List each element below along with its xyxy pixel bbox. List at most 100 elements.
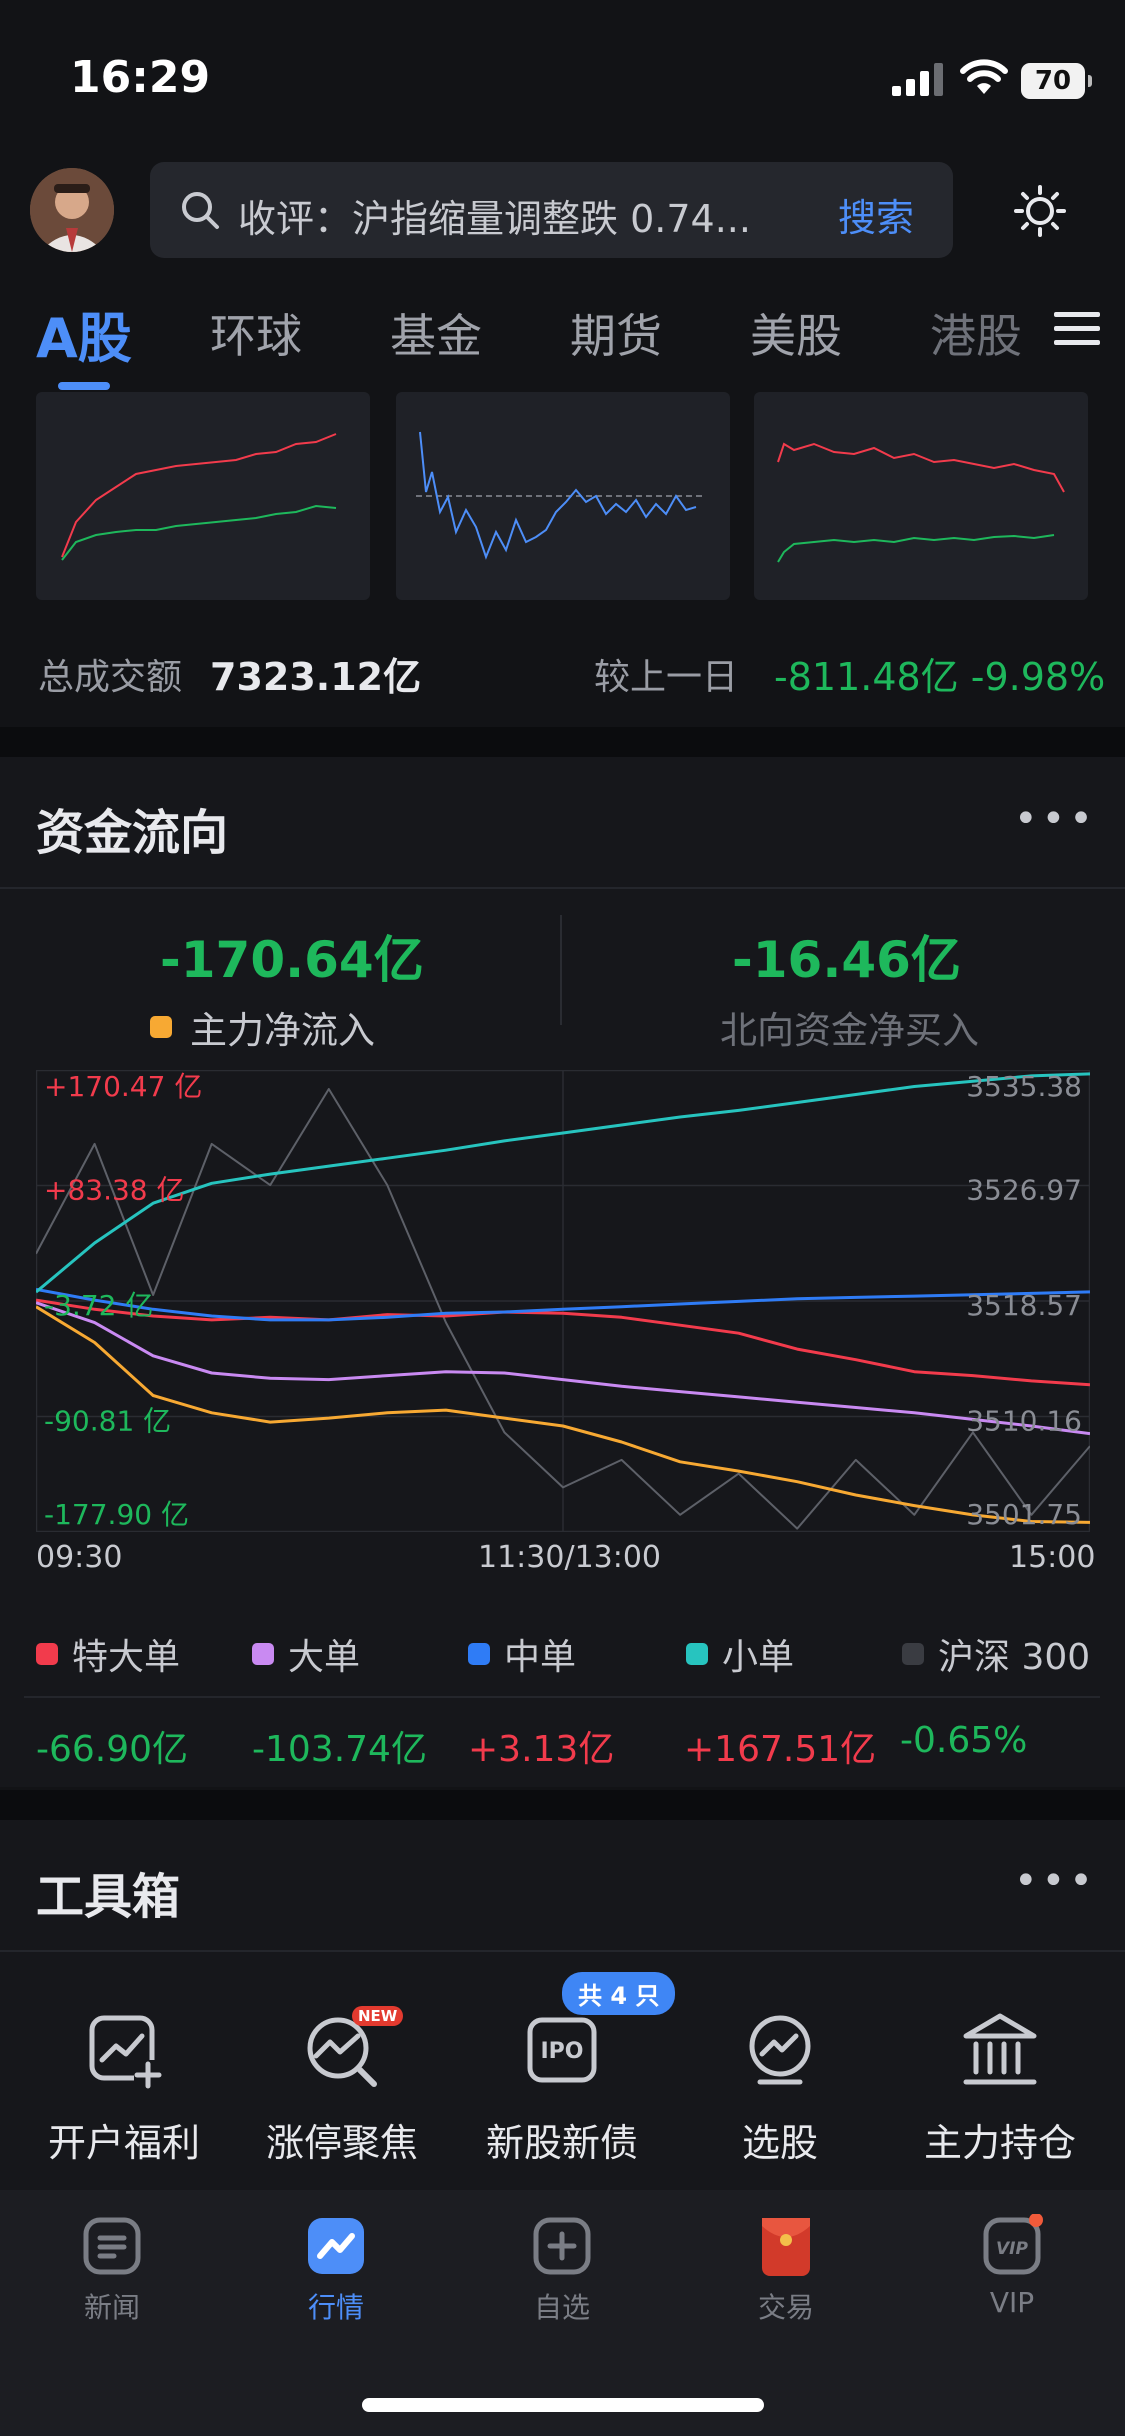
y-left-tick-label: -177.90 亿 xyxy=(44,1498,189,1531)
section-divider xyxy=(0,1790,1125,1820)
search-input[interactable]: 收评：沪指缩量调整跌 0.74... xyxy=(238,188,838,243)
toolbox-title: 工具箱 xyxy=(36,1869,181,1925)
tool-ipo-bonds[interactable]: IPO 新股新债 xyxy=(452,2010,672,2167)
mini-chart-3 xyxy=(777,442,1065,563)
news-icon xyxy=(83,2217,141,2275)
tool-label: 涨停聚焦 xyxy=(265,2121,418,2165)
tab-funds[interactable]: 基金 xyxy=(390,300,482,366)
x-tick-close: 15:00 xyxy=(1009,1540,1096,1575)
tool-limit-up-focus[interactable]: 涨停聚焦 xyxy=(232,2010,452,2167)
legend-medium: 中单 xyxy=(468,1628,576,1680)
mini-chart-1 xyxy=(61,433,337,561)
cellular-signal-icon xyxy=(892,63,943,96)
mini-chart-card-2[interactable] xyxy=(396,392,730,600)
search-icon xyxy=(182,192,219,229)
svg-text:VIP: VIP xyxy=(996,2239,1028,2259)
tool-label: 新股新债 xyxy=(485,2121,638,2165)
tool-main-holdings[interactable]: 主力持仓 xyxy=(890,2010,1110,2167)
column-divider xyxy=(560,915,562,1025)
prev-day-label: 较上一日 xyxy=(594,657,739,698)
legend-swatch xyxy=(468,1643,490,1665)
mini-chart-card-1[interactable] xyxy=(36,392,370,600)
market-icon xyxy=(308,2218,364,2274)
y-left-tick-label: +83.38 亿 xyxy=(44,1174,185,1207)
battery-icon: 70 xyxy=(1021,63,1092,99)
nav-watchlist[interactable]: 自选 xyxy=(482,2214,642,2326)
avatar[interactable] xyxy=(30,168,114,252)
vip-icon: VIP xyxy=(983,2214,1043,2275)
turnover-value: 7323.12亿 xyxy=(210,655,422,699)
mini-chart-card-3[interactable] xyxy=(754,392,1088,600)
main-net-inflow-label: 主力净流入 xyxy=(190,1009,375,1052)
search-button[interactable]: 搜索 xyxy=(838,187,914,242)
tab-futures[interactable]: 期货 xyxy=(570,300,662,366)
nav-market[interactable]: 行情 xyxy=(256,2214,416,2326)
svg-text:IPO: IPO xyxy=(540,2039,583,2064)
value-csi300: -0.65% xyxy=(900,1720,1028,1761)
brightness-icon[interactable] xyxy=(1012,183,1068,239)
nav-label: 交易 xyxy=(757,2291,814,2324)
tab-us-stocks[interactable]: 美股 xyxy=(750,300,842,366)
legend-swatch xyxy=(36,1643,58,1665)
y-left-tick-label: -3.72 亿 xyxy=(44,1289,153,1322)
divider xyxy=(0,887,1125,889)
y-left-tick-label: -90.81 亿 xyxy=(44,1405,171,1438)
ipo-count-badge: 共 4 只 xyxy=(562,1972,676,2015)
legend-csi300: 沪深 300 xyxy=(902,1628,1090,1680)
status-time: 16:29 xyxy=(70,52,211,103)
value-medium: +3.13亿 xyxy=(468,1729,615,1770)
fund-flow-title: 资金流向 xyxy=(36,805,229,861)
tool-label: 开户福利 xyxy=(47,2121,200,2165)
tab-indicator xyxy=(58,382,110,390)
legend-swatch xyxy=(686,1643,708,1665)
more-options-icon[interactable]: ••• xyxy=(1014,796,1097,842)
trade-icon xyxy=(762,2218,810,2276)
tab-a-shares[interactable]: A股 xyxy=(36,294,132,373)
legend-swatch xyxy=(902,1643,924,1665)
legend-label: 大单 xyxy=(288,1637,361,1678)
legend-label: 中单 xyxy=(504,1637,577,1678)
northbound-label[interactable]: 北向资金净买入 xyxy=(720,1000,979,1054)
legend-label: 小单 xyxy=(722,1637,795,1678)
legend-super-large: 特大单 xyxy=(36,1628,180,1680)
y-left-tick-label: +170.47 亿 xyxy=(44,1070,202,1103)
legend-swatch xyxy=(252,1643,274,1665)
new-badge: NEW xyxy=(352,2006,404,2026)
avatar-image xyxy=(30,168,114,252)
value-small: +167.51亿 xyxy=(684,1729,877,1770)
tool-label: 主力持仓 xyxy=(923,2121,1076,2165)
wifi-icon xyxy=(960,59,1008,94)
more-options-icon[interactable]: ••• xyxy=(1014,1858,1097,1904)
search-bar[interactable]: 收评：沪指缩量调整跌 0.74... 搜索 xyxy=(150,162,953,258)
ipo-icon: IPO xyxy=(527,2017,597,2083)
fund-flow-chart: +170.47 亿 +83.38 亿 -3.72 亿 -90.81 亿 -177.90 … xyxy=(36,1070,1090,1532)
tool-account-benefits[interactable]: 开户福利 xyxy=(14,2010,234,2167)
menu-icon[interactable] xyxy=(1054,310,1100,348)
nav-vip[interactable]: VIP VIP xyxy=(932,2214,1092,2319)
watchlist-icon xyxy=(533,2217,591,2275)
status-bar: 16:29 70 xyxy=(0,0,1125,150)
nav-news[interactable]: 新闻 xyxy=(32,2214,192,2326)
y-right-tick-label: 3510.16 xyxy=(966,1405,1082,1438)
main-net-inflow-label-row: 主力净流入 xyxy=(150,1000,375,1054)
prev-day-change: -811.48亿 -9.98% xyxy=(774,655,1106,699)
turnover-label: 总成交额 xyxy=(38,657,183,698)
home-indicator xyxy=(362,2398,764,2412)
nav-trade[interactable]: 交易 xyxy=(706,2214,866,2326)
stock-picker-icon xyxy=(749,2015,811,2085)
divider xyxy=(24,1696,1100,1698)
tab-global[interactable]: 环球 xyxy=(210,300,302,366)
tool-stock-picker[interactable]: 选股 xyxy=(670,2010,890,2167)
y-right-tick-label: 3518.57 xyxy=(966,1289,1082,1322)
nav-label: 新闻 xyxy=(83,2291,140,2324)
mini-chart-2 xyxy=(416,431,706,560)
tab-hk-stocks[interactable]: 港股 xyxy=(930,300,1022,366)
x-tick-midday: 11:30/13:00 xyxy=(478,1540,662,1575)
x-tick-open: 09:30 xyxy=(36,1540,123,1575)
y-right-tick-label: 3501.75 xyxy=(966,1498,1082,1531)
legend-small: 小单 xyxy=(686,1628,794,1680)
legend-label: 特大单 xyxy=(72,1637,181,1678)
legend-label: 沪深 300 xyxy=(938,1637,1091,1678)
section-divider xyxy=(0,727,1125,757)
divider xyxy=(0,1950,1125,1952)
